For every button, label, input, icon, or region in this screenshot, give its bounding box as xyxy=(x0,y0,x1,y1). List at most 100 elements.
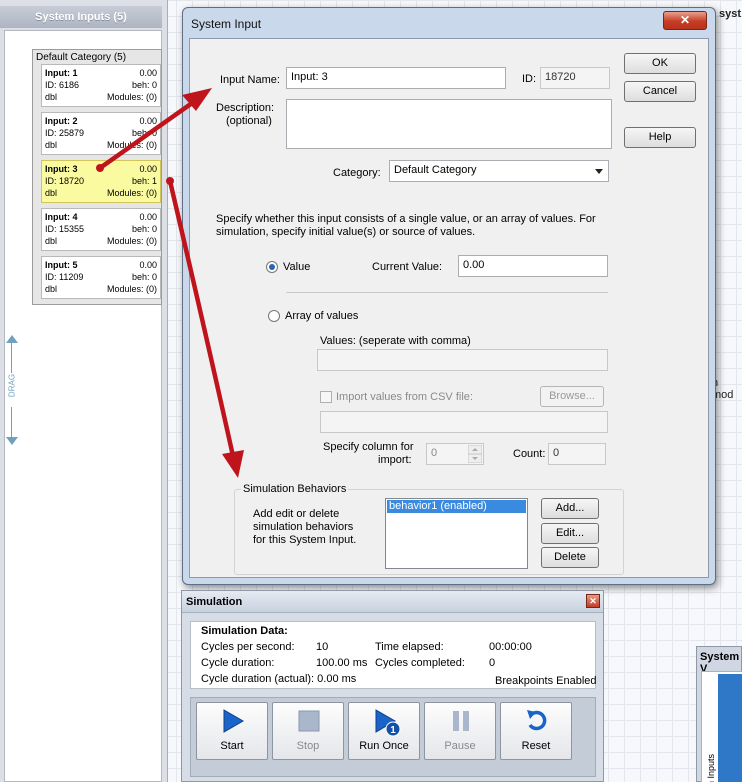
browse-button[interactable]: Browse... xyxy=(540,386,604,407)
array-radio[interactable] xyxy=(268,310,280,322)
breakpoints-status: Breakpoints Enabled xyxy=(495,675,597,687)
chevron-down-icon xyxy=(595,169,603,174)
stop-label: Stop xyxy=(296,740,320,752)
input-modules: Modules: (0) xyxy=(106,284,157,294)
input-type: dbl xyxy=(45,140,58,150)
simulation-title: Simulation xyxy=(186,596,243,608)
input-value: 0.00 xyxy=(139,212,157,222)
reset-icon xyxy=(527,710,547,731)
input-modules: Modules: (0) xyxy=(106,92,157,102)
count-field: 0 xyxy=(548,443,606,465)
simulation-toolbar: Start Stop 1 Run Once Pause Reset xyxy=(190,697,596,777)
specify-column-import-label: import: xyxy=(378,454,412,466)
cycle-duration-actual: Cycle duration (actual): 0.00 ms xyxy=(201,673,357,685)
id-label: ID: xyxy=(522,73,537,85)
close-icon[interactable]: ✕ xyxy=(663,11,707,30)
behavior-list-item[interactable]: behavior1 (enabled) xyxy=(387,500,526,513)
count-label: Count: xyxy=(513,448,546,460)
arrow-up-icon xyxy=(6,335,18,343)
input-type: dbl xyxy=(45,92,58,102)
cycles-per-second-value: 10 xyxy=(316,641,329,653)
input-type: dbl xyxy=(45,284,58,294)
description-optional-label: (optional) xyxy=(226,115,272,127)
drag-handle[interactable]: DRAG xyxy=(3,335,21,445)
stop-icon xyxy=(298,710,320,732)
input-beh: beh: 0 xyxy=(131,128,157,138)
delete-behavior-button[interactable]: Delete xyxy=(541,547,599,568)
category-label: Category: xyxy=(333,167,381,179)
input-name: Input: 1 xyxy=(45,68,78,78)
input-id: ID: 15355 xyxy=(45,224,85,234)
id-field: 18720 xyxy=(540,67,610,89)
cancel-button[interactable]: Cancel xyxy=(624,81,696,102)
start-button[interactable]: Start xyxy=(196,702,268,760)
input-modules: Modules: (0) xyxy=(106,140,157,150)
input-card-3-selected[interactable]: Input: 3 0.00 ID: 18720 beh: 1 dbl Modules:… xyxy=(41,160,161,203)
value-radio-label: Value xyxy=(283,261,311,273)
current-value-label: Current Value: xyxy=(372,261,443,273)
run-once-button[interactable]: 1 Run Once xyxy=(348,702,420,760)
input-name: Input: 3 xyxy=(45,164,78,174)
input-id: ID: 25879 xyxy=(45,128,85,138)
import-csv-checkbox[interactable] xyxy=(320,391,332,403)
simulation-data-box: Simulation Data: Cycles per second: 10 T… xyxy=(190,621,597,689)
cycles-completed-label: Cycles completed: xyxy=(375,657,465,669)
column-stepper[interactable]: 0 xyxy=(426,443,484,465)
array-radio-label: Array of values xyxy=(285,310,359,322)
sim-behaviors-desc-3: for this System Input. xyxy=(253,534,357,546)
csv-path-field[interactable] xyxy=(320,411,608,433)
cycles-per-second-label: Cycles per second: xyxy=(201,641,295,653)
background-label-mid: n mod xyxy=(712,377,734,401)
ok-button[interactable]: OK xyxy=(624,53,696,74)
input-card-1[interactable]: Input: 1 0.00 ID: 6186 beh: 0 dbl Modules: … xyxy=(41,64,161,107)
sim-behaviors-desc-2: simulation behaviors xyxy=(253,521,354,533)
run-once-label: Run Once xyxy=(359,740,409,752)
drag-label: DRAG xyxy=(7,373,17,398)
value-radio[interactable] xyxy=(266,261,278,273)
input-name: Input: 2 xyxy=(45,116,78,126)
input-value: 0.00 xyxy=(139,68,157,78)
stop-button[interactable]: Stop xyxy=(272,702,344,760)
category-title: Default Category (5) xyxy=(36,52,127,63)
category-group: Default Category (5) Input: 1 0.00 ID: 61… xyxy=(32,49,162,305)
input-beh: beh: 1 xyxy=(131,176,157,186)
input-card-2[interactable]: Input: 2 0.00 ID: 25879 beh: 0 dbl Modules:… xyxy=(41,112,161,155)
system-input-dialog: System Input ✕ Input Name: Input: 3 ID: … xyxy=(182,7,716,585)
input-id: ID: 6186 xyxy=(45,80,80,90)
edit-behavior-button[interactable]: Edit... xyxy=(541,523,599,544)
time-elapsed-label: Time elapsed: xyxy=(375,641,444,653)
pause-button[interactable]: Pause xyxy=(424,702,496,760)
current-value-field[interactable]: 0.00 xyxy=(458,255,608,277)
svg-text:1: 1 xyxy=(390,725,396,736)
time-elapsed-value: 00:00:00 xyxy=(489,641,532,653)
input-name: Input: 5 xyxy=(45,260,78,270)
description-field[interactable] xyxy=(286,99,612,149)
simulation-data-title: Simulation Data: xyxy=(201,625,288,637)
input-value: 0.00 xyxy=(139,116,157,126)
pause-label: Pause xyxy=(444,740,476,752)
dialog-content: Input Name: Input: 3 ID: 18720 OK Cancel… xyxy=(189,38,709,578)
help-button[interactable]: Help xyxy=(624,127,696,148)
input-name-field[interactable]: Input: 3 xyxy=(286,67,506,89)
system-view-strip xyxy=(718,674,742,782)
input-beh: beh: 0 xyxy=(131,224,157,234)
sim-behaviors-desc-1: Add edit or delete xyxy=(253,508,340,520)
input-card-4[interactable]: Input: 4 0.00 ID: 15355 beh: 0 dbl Modules:… xyxy=(41,208,161,251)
input-value: 0.00 xyxy=(139,260,157,270)
category-select[interactable]: Default Category xyxy=(389,160,609,182)
reset-button[interactable]: Reset xyxy=(500,702,572,760)
close-icon[interactable]: ✕ xyxy=(586,594,600,608)
stepper-arrows-icon xyxy=(468,445,482,463)
divider xyxy=(286,292,608,293)
input-type: dbl xyxy=(45,188,58,198)
run-once-icon: 1 xyxy=(375,709,401,737)
values-field[interactable] xyxy=(317,349,608,371)
add-behavior-button[interactable]: Add... xyxy=(541,498,599,519)
behaviors-listbox[interactable]: behavior1 (enabled) xyxy=(385,498,528,569)
input-card-5[interactable]: Input: 5 0.00 ID: 11209 beh: 0 dbl Modules:… xyxy=(41,256,161,299)
system-inputs-header: System Inputs (5) xyxy=(0,6,162,28)
dialog-title: System Input xyxy=(191,17,262,31)
arrow-down-icon xyxy=(6,437,18,445)
instructions-line-2: simulation, specify initial value(s) or … xyxy=(216,226,476,238)
simulation-behaviors-legend: Simulation Behaviors xyxy=(241,483,349,495)
